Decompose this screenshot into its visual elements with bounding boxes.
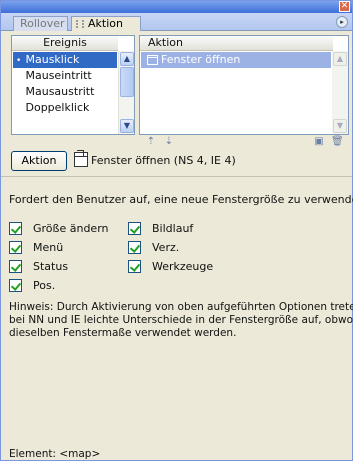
aktion-button[interactable]: Aktion [11,151,67,171]
option-label: Werkzeuge [152,260,214,273]
checkbox[interactable] [128,260,141,273]
tab-strip: Rollover Aktion ▸ [1,13,352,31]
checkbox[interactable] [9,279,22,292]
action-toolbar: ⇡ ⇣ ▣ 🗑 [139,135,349,150]
option-label: Menü [33,241,64,254]
action-column-header: Aktion [140,36,333,51]
hint-text: Hinweis: Durch Aktivierung von oben aufg… [9,301,353,340]
move-down-icon[interactable]: ⇣ [163,136,175,148]
close-icon[interactable]: ✕ [339,1,350,12]
event-list-scrollbar[interactable]: ▲ ▼ [118,51,134,134]
new-action-icon[interactable]: ▣ [313,136,325,148]
aktion-panel: ✕ Rollover Aktion ▸ Ereignis • Mausklick… [0,0,353,461]
checkbox[interactable] [9,222,22,235]
option-label: Verz. [152,241,180,254]
tab-aktion[interactable]: Aktion [71,16,141,31]
window-icon [147,55,158,65]
hint-line: dieselben Fenstermaße verwendet werden. [9,327,237,339]
tab-rollover[interactable]: Rollover [13,16,68,31]
panel-title-bar[interactable]: ✕ [1,1,352,13]
action-item-label: Fenster öffnen [161,53,241,66]
action-description: Fordert den Benutzer auf, eine neue Fens… [9,193,353,206]
scroll-up-icon[interactable]: ▲ [333,52,347,66]
window-icon [74,152,88,167]
scroll-down-icon[interactable]: ▼ [333,119,347,133]
event-item-mausaustritt[interactable]: Mausaustritt [13,84,117,100]
event-item-mausklick[interactable]: • Mausklick [13,52,117,68]
status-bar-element: Element: <map> [9,448,101,460]
option-label: Größe ändern [33,222,109,235]
event-item-label: Mausaustritt [25,85,95,98]
action-title: Fenster öffnen (NS 4, IE 4) [91,154,236,167]
tab-aktion-label: Aktion [88,17,123,30]
event-item-doppelklick[interactable]: Doppelklick [13,100,117,116]
event-column-header: Ereignis [12,36,118,51]
event-item-label: Mauseintritt [25,69,92,82]
divider [1,176,352,177]
selected-bullet-icon: • [16,56,22,66]
event-item-label: Mausklick [25,53,80,66]
delete-icon[interactable]: 🗑 [331,136,344,148]
scroll-down-icon[interactable]: ▼ [120,119,134,133]
option-label: Status [33,260,69,273]
action-list-scrollbar[interactable]: ▲ ▼ [332,51,348,134]
scroll-up-icon[interactable]: ▲ [120,52,134,66]
checkbox[interactable] [128,241,141,254]
hint-line: bei NN und IE leichte Unterschiede in de… [9,314,353,326]
event-item-label: Doppelklick [25,101,90,114]
action-item-fenster-oeffnen[interactable]: Fenster öffnen [141,52,331,68]
option-label: Bildlauf [152,222,194,235]
hint-line: Hinweis: Durch Aktivierung von oben aufg… [9,301,353,313]
checkbox[interactable] [128,222,141,235]
checkbox[interactable] [9,260,22,273]
event-list[interactable]: Ereignis • Mausklick Mauseintritt Mausau… [11,35,135,135]
grip-icon[interactable] [76,20,84,28]
action-list[interactable]: Aktion Fenster öffnen ▲ ▼ [139,35,349,135]
option-label: Pos. [33,279,56,292]
scroll-thumb[interactable] [120,67,134,97]
checkbox[interactable] [9,241,22,254]
event-item-mauseintritt[interactable]: Mauseintritt [13,68,117,84]
move-up-icon[interactable]: ⇡ [145,136,157,148]
panel-menu-icon[interactable]: ▸ [336,16,348,28]
